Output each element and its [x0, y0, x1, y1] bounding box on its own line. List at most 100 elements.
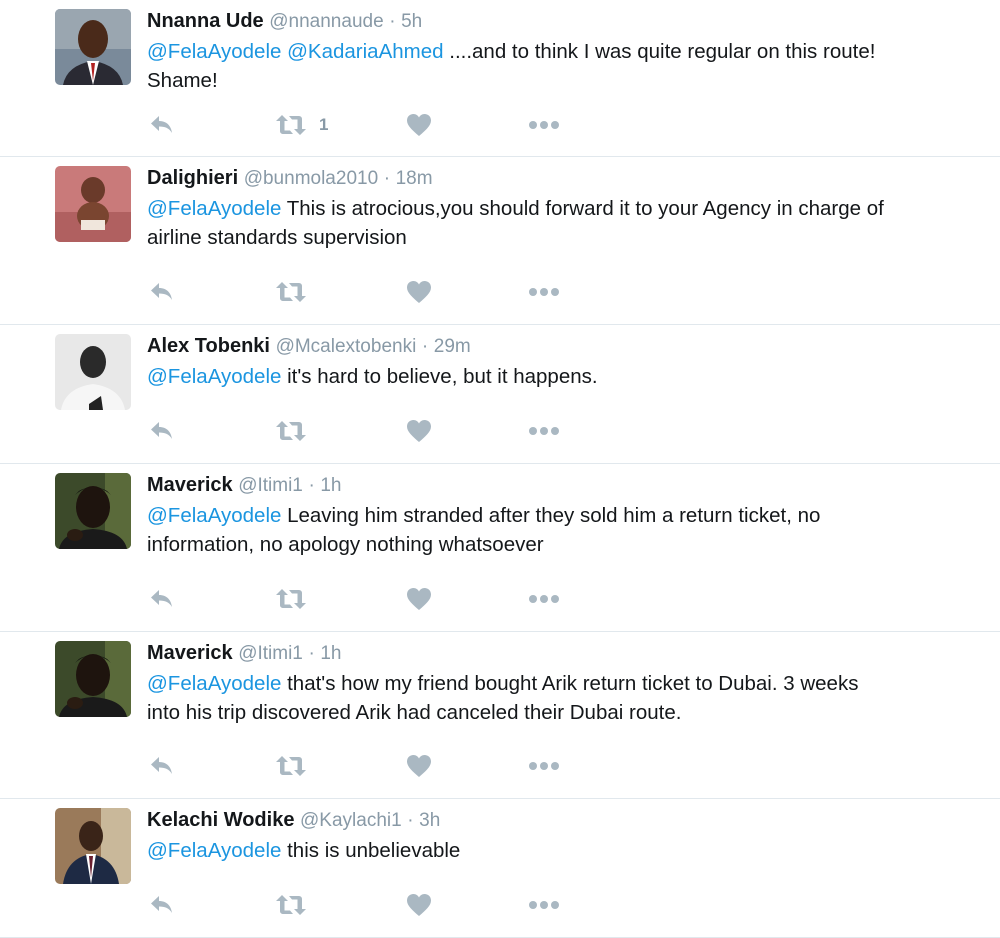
tweet-timeline: Nnanna Ude @nnannaude · 5h @FelaAyodele … — [0, 0, 1000, 938]
user-fullname[interactable]: Maverick — [147, 474, 233, 496]
tweet-timestamp[interactable]: 18m — [396, 168, 433, 189]
more-icon — [528, 761, 560, 771]
more-icon — [528, 426, 560, 436]
heart-icon — [406, 754, 432, 778]
mention-link[interactable]: @FelaAyodele — [147, 672, 281, 695]
reply-button[interactable] — [149, 110, 175, 140]
mention-link[interactable]: @KadariaAhmed — [287, 40, 443, 63]
more-button[interactable] — [528, 584, 560, 614]
mention-link[interactable]: @FelaAyodele — [147, 839, 281, 862]
retweet-button[interactable] — [275, 416, 319, 446]
retweet-button[interactable] — [275, 277, 319, 307]
tweet[interactable]: Dalighieri @bunmola2010 · 18m @FelaAyode… — [0, 157, 1000, 325]
tweet-content: Maverick @Itimi1 · 1h @FelaAyodele that'… — [147, 640, 970, 727]
retweet-icon — [275, 420, 307, 442]
like-button[interactable] — [406, 110, 432, 140]
tweet-text-segment: ....and to think I was quite regular on … — [443, 40, 876, 63]
tweet-text-segment: into his trip discovered Arik had cancel… — [147, 701, 682, 724]
more-button[interactable] — [528, 110, 560, 140]
avatar[interactable] — [55, 808, 131, 884]
tweet-text-line: @FelaAyodele it's hard to believe, but i… — [147, 362, 970, 391]
user-handle[interactable]: @Itimi1 — [238, 475, 303, 496]
separator-dot: · — [389, 11, 396, 32]
user-handle[interactable]: @nnannaude — [269, 11, 383, 32]
tweet-text-line: @FelaAyodele that's how my friend bought… — [147, 669, 970, 698]
tweet-timestamp[interactable]: 5h — [401, 11, 422, 32]
like-button[interactable] — [406, 890, 432, 920]
tweet-text-line: Shame! — [147, 66, 970, 95]
tweet[interactable]: Nnanna Ude @nnannaude · 5h @FelaAyodele … — [0, 0, 1000, 157]
retweet-button[interactable] — [275, 751, 319, 781]
user-handle[interactable]: @bunmola2010 — [244, 168, 378, 189]
tweet-text-line: @FelaAyodele This is atrocious,you shoul… — [147, 194, 970, 223]
tweet-text: @FelaAyodele @KadariaAhmed ....and to th… — [147, 37, 970, 95]
tweet-text: @FelaAyodele that's how my friend bought… — [147, 669, 970, 727]
tweet-timestamp[interactable]: 3h — [419, 810, 440, 831]
like-button[interactable] — [406, 584, 432, 614]
reply-icon — [149, 894, 175, 916]
mention-link[interactable]: @FelaAyodele — [147, 40, 281, 63]
mention-link[interactable]: @FelaAyodele — [147, 365, 281, 388]
reply-button[interactable] — [149, 277, 175, 307]
reply-button[interactable] — [149, 416, 175, 446]
more-button[interactable] — [528, 751, 560, 781]
tweet-text-segment: it's hard to believe, but it happens. — [281, 365, 598, 388]
tweet[interactable]: Alex Tobenki @Mcalextobenki · 29m @FelaA… — [0, 325, 1000, 464]
tweet-text-segment: airline standards supervision — [147, 226, 407, 249]
reply-button[interactable] — [149, 584, 175, 614]
tweet-header: Alex Tobenki @Mcalextobenki · 29m — [147, 333, 970, 360]
tweet[interactable]: Maverick @Itimi1 · 1h @FelaAyodele Leavi… — [0, 464, 1000, 632]
tweet-text-segment: that's how my friend bought Arik return … — [281, 672, 859, 695]
tweet-text-line: @FelaAyodele Leaving him stranded after … — [147, 501, 970, 530]
reply-icon — [149, 281, 175, 303]
tweet[interactable]: Kelachi Wodike @Kaylachi1 · 3h @FelaAyod… — [0, 799, 1000, 938]
more-button[interactable] — [528, 416, 560, 446]
tweet-actions — [147, 890, 607, 920]
tweet-timestamp[interactable]: 1h — [320, 643, 341, 664]
avatar[interactable] — [55, 641, 131, 717]
more-button[interactable] — [528, 890, 560, 920]
like-button[interactable] — [406, 277, 432, 307]
reply-button[interactable] — [149, 751, 175, 781]
avatar[interactable] — [55, 334, 131, 410]
retweet-count: 1 — [319, 115, 329, 134]
like-button[interactable] — [406, 416, 432, 446]
tweet-text-segment: This is atrocious,you should forward it … — [281, 197, 884, 220]
user-fullname[interactable]: Maverick — [147, 642, 233, 664]
reply-button[interactable] — [149, 890, 175, 920]
heart-icon — [406, 419, 432, 443]
tweet-text: @FelaAyodele it's hard to believe, but i… — [147, 362, 970, 391]
user-fullname[interactable]: Dalighieri — [147, 167, 238, 189]
tweet-timestamp[interactable]: 1h — [320, 475, 341, 496]
avatar[interactable] — [55, 473, 131, 549]
user-handle[interactable]: @Itimi1 — [238, 643, 303, 664]
tweet-text-line: @FelaAyodele @KadariaAhmed ....and to th… — [147, 37, 970, 66]
retweet-button[interactable] — [275, 890, 319, 920]
user-handle[interactable]: @Kaylachi1 — [300, 810, 402, 831]
tweet-actions — [147, 416, 607, 446]
avatar[interactable] — [55, 9, 131, 85]
tweet-header: Dalighieri @bunmola2010 · 18m — [147, 165, 970, 192]
retweet-button[interactable]: 1 — [275, 110, 328, 140]
user-fullname[interactable]: Alex Tobenki — [147, 335, 270, 357]
tweet-content: Maverick @Itimi1 · 1h @FelaAyodele Leavi… — [147, 472, 970, 559]
tweet-actions — [147, 751, 607, 781]
like-button[interactable] — [406, 751, 432, 781]
heart-icon — [406, 113, 432, 137]
more-button[interactable] — [528, 277, 560, 307]
tweet-text-line: @FelaAyodele this is unbelievable — [147, 836, 970, 865]
tweet-timestamp[interactable]: 29m — [434, 336, 471, 357]
reply-icon — [149, 420, 175, 442]
tweet-text-segment: Shame! — [147, 69, 218, 92]
reply-icon — [149, 755, 175, 777]
mention-link[interactable]: @FelaAyodele — [147, 197, 281, 220]
user-fullname[interactable]: Kelachi Wodike — [147, 809, 294, 831]
tweet-content: Dalighieri @bunmola2010 · 18m @FelaAyode… — [147, 165, 970, 252]
user-handle[interactable]: @Mcalextobenki — [276, 336, 417, 357]
user-fullname[interactable]: Nnanna Ude — [147, 10, 264, 32]
tweet-text-line: airline standards supervision — [147, 223, 970, 252]
avatar[interactable] — [55, 166, 131, 242]
tweet[interactable]: Maverick @Itimi1 · 1h @FelaAyodele that'… — [0, 632, 1000, 799]
retweet-button[interactable] — [275, 584, 319, 614]
mention-link[interactable]: @FelaAyodele — [147, 504, 281, 527]
